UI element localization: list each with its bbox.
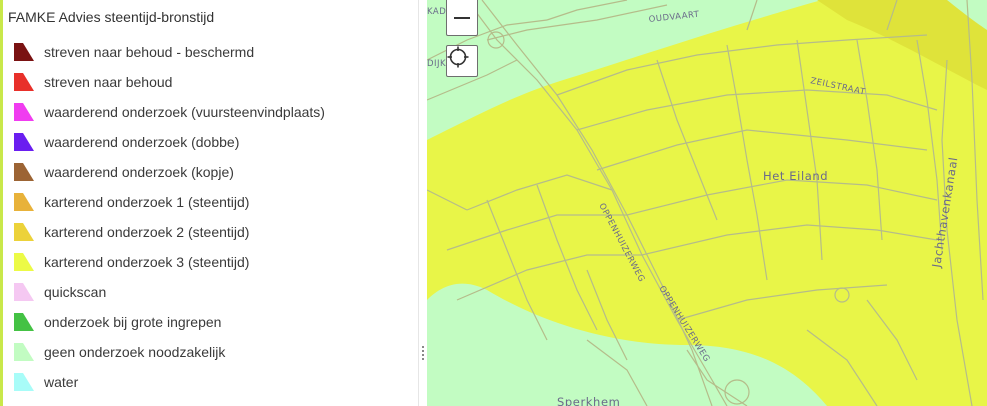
legend-panel: FAMKE Advies steentijd-bronstijd streven… (0, 0, 418, 406)
polygon-swatch-icon (14, 313, 34, 331)
legend-item: streven naar behoud - beschermd (10, 37, 410, 67)
map-canvas[interactable]: KAD OUDVAART DIJK ZEILSTRAAT Het Eiland … (427, 0, 987, 406)
legend-item-label: streven naar behoud (44, 74, 173, 90)
splitter-grip-icon[interactable] (422, 346, 424, 360)
polygon-swatch-icon (14, 193, 34, 211)
legend-item: streven naar behoud (10, 67, 410, 97)
map-label-dijk: DIJK (427, 59, 446, 69)
legend-item: waarderend onderzoek (kopje) (10, 157, 410, 187)
legend-item: karterend onderzoek 3 (steentijd) (10, 247, 410, 277)
locate-button[interactable] (446, 45, 478, 77)
map-label-sperkhem: Sperkhem (557, 395, 620, 406)
polygon-swatch-icon (14, 373, 34, 391)
legend-item-label: karterend onderzoek 1 (steentijd) (44, 194, 250, 210)
legend-item-label: waarderend onderzoek (kopje) (44, 164, 234, 180)
legend-item-label: water (44, 374, 79, 390)
map-view[interactable]: KAD OUDVAART DIJK ZEILSTRAAT Het Eiland … (427, 0, 987, 406)
legend-item-label: karterend onderzoek 2 (steentijd) (44, 224, 250, 240)
panel-splitter[interactable] (418, 0, 427, 406)
crosshair-icon (447, 46, 469, 68)
polygon-swatch-icon (14, 43, 34, 61)
legend-item-label: quickscan (44, 284, 107, 300)
legend-item: karterend onderzoek 1 (steentijd) (10, 187, 410, 217)
zoom-control (446, 0, 478, 36)
legend-item: geen onderzoek noodzakelijk (10, 337, 410, 367)
legend-item-label: karterend onderzoek 3 (steentijd) (44, 254, 250, 270)
polygon-swatch-icon (14, 283, 34, 301)
legend-list: streven naar behoud - beschermd streven n… (10, 37, 410, 397)
legend-item-label: streven naar behoud - beschermd (44, 44, 255, 60)
legend-title: FAMKE Advies steentijd-bronstijd (8, 9, 215, 25)
polygon-swatch-icon (14, 103, 34, 121)
zoom-out-button[interactable] (447, 1, 477, 35)
polygon-swatch-icon (14, 223, 34, 241)
polygon-swatch-icon (14, 343, 34, 361)
legend-item-label: onderzoek bij grote ingrepen (44, 314, 222, 330)
legend-item: waarderend onderzoek (dobbe) (10, 127, 410, 157)
map-label-kade: KAD (427, 7, 446, 17)
map-label-het-eiland: Het Eiland (763, 169, 828, 183)
polygon-swatch-icon (14, 253, 34, 271)
polygon-swatch-icon (14, 163, 34, 181)
polygon-swatch-icon (14, 73, 34, 91)
legend-item-label: waarderend onderzoek (vuursteenvindplaat… (44, 104, 325, 120)
legend-item: waarderend onderzoek (vuursteenvindplaat… (10, 97, 410, 127)
legend-item: quickscan (10, 277, 410, 307)
legend-item: onderzoek bij grote ingrepen (10, 307, 410, 337)
legend-item-label: waarderend onderzoek (dobbe) (44, 134, 240, 150)
app-root: FAMKE Advies steentijd-bronstijd streven… (0, 0, 987, 406)
polygon-swatch-icon (14, 133, 34, 151)
minus-icon (454, 17, 470, 19)
legend-item: water (10, 367, 410, 397)
legend-item-label: geen onderzoek noodzakelijk (44, 344, 226, 360)
legend-item: karterend onderzoek 2 (steentijd) (10, 217, 410, 247)
